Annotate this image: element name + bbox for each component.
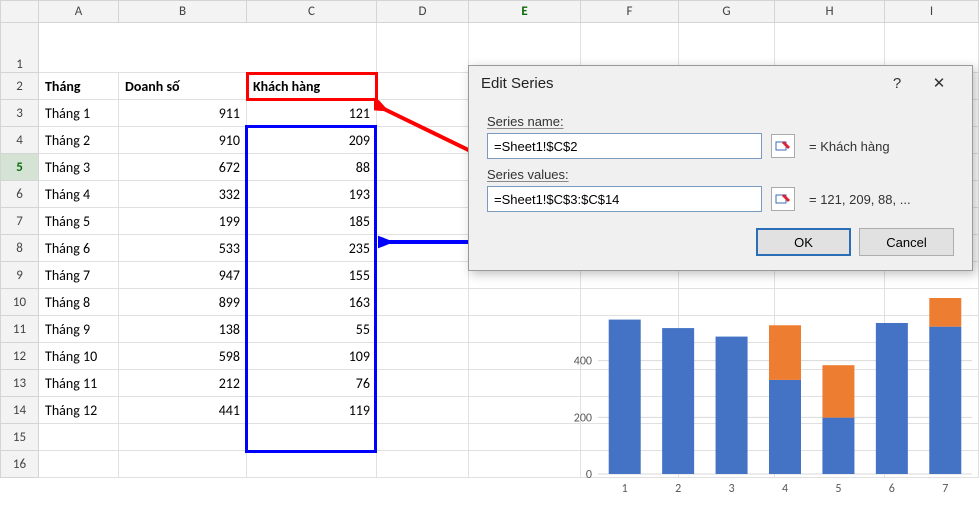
svg-text:1: 1 (622, 482, 628, 496)
cell-c11[interactable]: 55 (247, 316, 377, 343)
cell-c7[interactable]: 185 (247, 208, 377, 235)
cell-b10[interactable]: 899 (119, 289, 247, 316)
cell-c10[interactable]: 163 (247, 289, 377, 316)
help-button[interactable]: ? (876, 75, 918, 92)
cell-b5[interactable]: 672 (119, 154, 247, 181)
cell-b3[interactable]: 911 (119, 100, 247, 127)
col-hdr-a[interactable]: A (39, 1, 119, 23)
row-hdr-9[interactable]: 9 (1, 262, 39, 289)
cell-c13[interactable]: 76 (247, 370, 377, 397)
cell-b7[interactable]: 199 (119, 208, 247, 235)
row-hdr-3[interactable]: 3 (1, 100, 39, 127)
row-hdr-11[interactable]: 11 (1, 316, 39, 343)
svg-text:200: 200 (574, 411, 592, 425)
cell-a13[interactable]: Tháng 11 (39, 370, 119, 397)
row-hdr-8[interactable]: 8 (1, 235, 39, 262)
hdr-thang[interactable]: Tháng (39, 73, 119, 100)
row-hdr-5[interactable]: 5 (1, 154, 39, 181)
hdr-khachhang[interactable]: Khách hàng (247, 73, 377, 100)
cell-c8[interactable]: 235 (247, 235, 377, 262)
row-hdr-7[interactable]: 7 (1, 208, 39, 235)
cell-b6[interactable]: 332 (119, 181, 247, 208)
cell-c4[interactable]: 209 (247, 127, 377, 154)
range-select-icon[interactable] (771, 187, 795, 211)
chart[interactable]: 0 200 400 1 2 3 4 5 6 7 (564, 298, 978, 498)
row-hdr-13[interactable]: 13 (1, 370, 39, 397)
cell-b12[interactable]: 598 (119, 343, 247, 370)
cell-a3[interactable]: Tháng 1 (39, 100, 119, 127)
cell-b14[interactable]: 441 (119, 397, 247, 424)
col-hdr-e[interactable]: E (469, 1, 581, 23)
col-hdr-h[interactable]: H (775, 1, 885, 23)
series-name-result: = Khách hàng (809, 139, 890, 154)
svg-text:400: 400 (574, 355, 592, 369)
cell-a14[interactable]: Tháng 12 (39, 397, 119, 424)
cancel-button[interactable]: Cancel (859, 228, 954, 256)
cell-b9[interactable]: 947 (119, 262, 247, 289)
svg-text:7: 7 (942, 482, 948, 496)
col-hdr-d[interactable]: D (377, 1, 469, 23)
row-hdr-15[interactable]: 15 (1, 424, 39, 451)
row-hdr-1[interactable]: 1 (1, 23, 39, 73)
cell-a7[interactable]: Tháng 5 (39, 208, 119, 235)
range-select-icon[interactable] (771, 134, 795, 158)
col-hdr-b[interactable]: B (119, 1, 247, 23)
series-values-result: = 121, 209, 88, ... (809, 192, 911, 207)
cell-a4[interactable]: Tháng 2 (39, 127, 119, 154)
col-hdr-g[interactable]: G (679, 1, 775, 23)
row-hdr-2[interactable]: 2 (1, 73, 39, 100)
cell-c12[interactable]: 109 (247, 343, 377, 370)
row-hdr-16[interactable]: 16 (1, 451, 39, 478)
cell-b8[interactable]: 533 (119, 235, 247, 262)
close-button[interactable]: ✕ (918, 74, 960, 92)
cell-b11[interactable]: 138 (119, 316, 247, 343)
cell-a10[interactable]: Tháng 8 (39, 289, 119, 316)
cell-a11[interactable]: Tháng 9 (39, 316, 119, 343)
cell-b13[interactable]: 212 (119, 370, 247, 397)
series-name-label: Series name: (487, 114, 954, 129)
cell-c14[interactable]: 119 (247, 397, 377, 424)
series-values-input[interactable] (487, 186, 762, 212)
svg-text:6: 6 (889, 482, 895, 496)
row-hdr-10[interactable]: 10 (1, 289, 39, 316)
col-hdr-f[interactable]: F (581, 1, 679, 23)
cell-c3[interactable]: 121 (247, 100, 377, 127)
cell-a5[interactable]: Tháng 3 (39, 154, 119, 181)
cell-c5[interactable]: 88 (247, 154, 377, 181)
col-hdr-c[interactable]: C (247, 1, 377, 23)
col-hdr-i[interactable]: I (885, 1, 979, 23)
series-values-label: Series values: (487, 167, 954, 182)
row-hdr-6[interactable]: 6 (1, 181, 39, 208)
row-hdr-14[interactable]: 14 (1, 397, 39, 424)
cell-c6[interactable]: 193 (247, 181, 377, 208)
dialog-title: Edit Series (481, 75, 876, 92)
edit-series-dialog: Edit Series ? ✕ Series name: = Khách hàn… (468, 65, 973, 271)
title-cell[interactable]: TỔNG HỢP DOANH THU (39, 23, 377, 73)
svg-text:2: 2 (675, 482, 681, 496)
corner-cell[interactable] (1, 1, 39, 23)
svg-text:3: 3 (729, 482, 735, 496)
cell-a9[interactable]: Tháng 7 (39, 262, 119, 289)
svg-text:0: 0 (586, 468, 592, 482)
cell-c9[interactable]: 155 (247, 262, 377, 289)
cell-b4[interactable]: 910 (119, 127, 247, 154)
cell-a12[interactable]: Tháng 10 (39, 343, 119, 370)
ok-button[interactable]: OK (756, 228, 851, 256)
cell-a6[interactable]: Tháng 4 (39, 181, 119, 208)
svg-text:5: 5 (835, 482, 841, 496)
cell-a8[interactable]: Tháng 6 (39, 235, 119, 262)
row-hdr-4[interactable]: 4 (1, 127, 39, 154)
hdr-doanhso[interactable]: Doanh số (119, 73, 247, 100)
row-hdr-12[interactable]: 12 (1, 343, 39, 370)
svg-text:4: 4 (782, 482, 788, 496)
series-name-input[interactable] (487, 133, 762, 159)
